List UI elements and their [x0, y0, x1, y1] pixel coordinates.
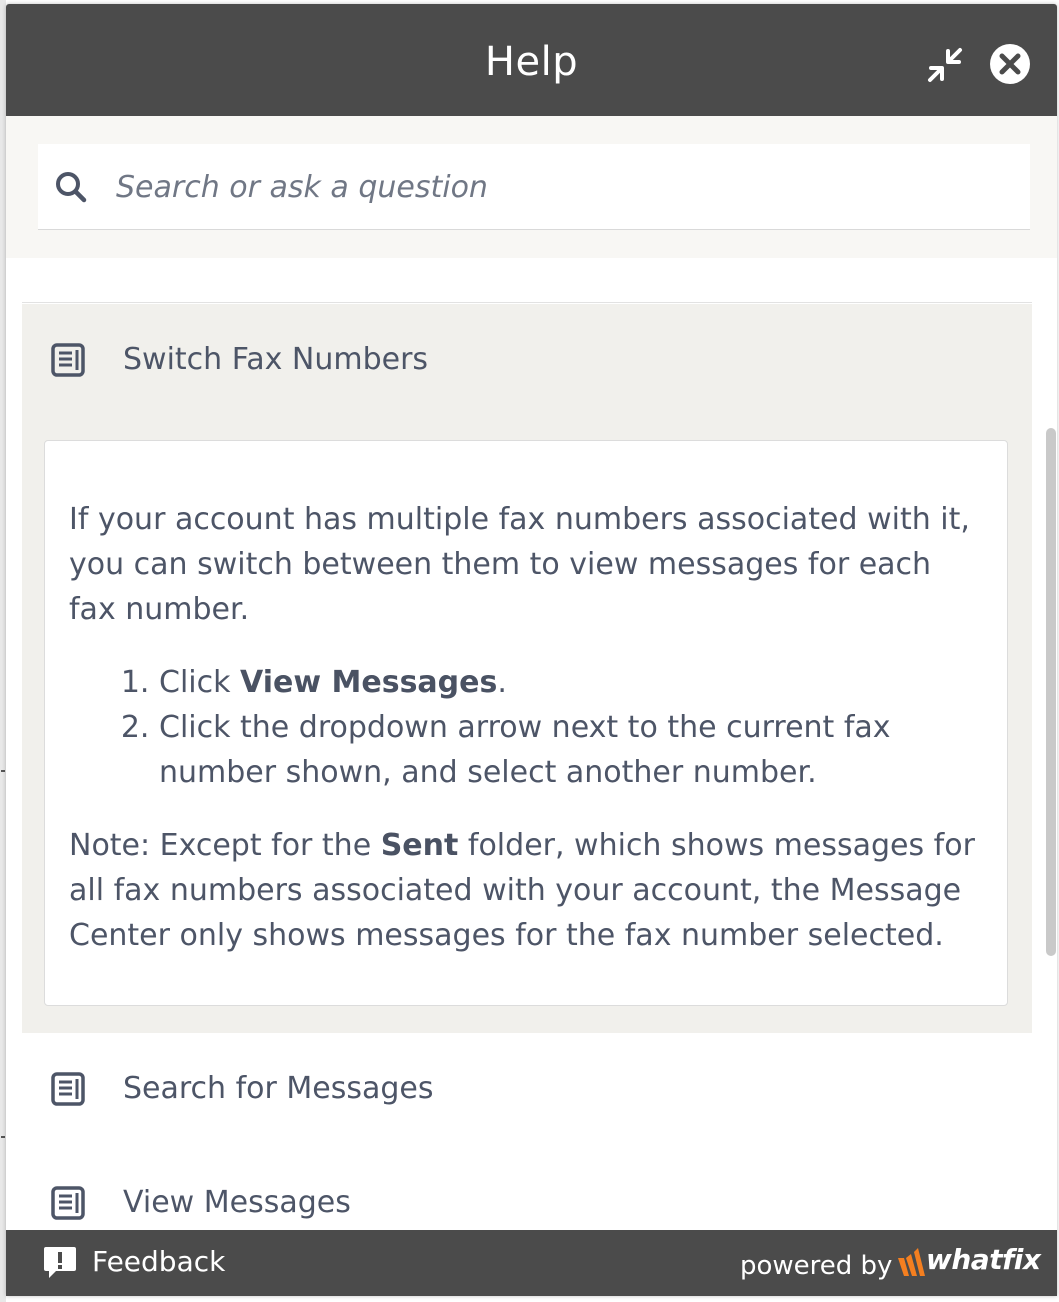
- article-title: Switch Fax Numbers: [123, 342, 429, 377]
- article-icon: [51, 343, 85, 377]
- whatfix-wordmark: whatfix: [926, 1243, 1041, 1276]
- article-step: Click the dropdown arrow next to the cur…: [159, 705, 983, 795]
- background-mark: [1, 1136, 5, 1138]
- list-item-partial[interactable]: [22, 258, 1032, 303]
- collapse-arrows-icon: [928, 48, 962, 82]
- help-panel: Help Search or ask a question Switch Fax…: [6, 4, 1057, 1296]
- panel-footer: Feedback powered by whatfix: [6, 1230, 1057, 1296]
- article-header-switch-fax-numbers[interactable]: Switch Fax Numbers: [22, 304, 1032, 414]
- scrollbar-thumb[interactable]: [1046, 428, 1056, 956]
- article-body: If your account has multiple fax numbers…: [44, 440, 1008, 1006]
- article-steps: Click View Messages. Click the dropdown …: [69, 660, 983, 795]
- close-button[interactable]: [988, 42, 1032, 86]
- list-item-search-for-messages[interactable]: Search for Messages: [22, 1033, 1032, 1148]
- search-icon: [56, 172, 87, 203]
- list-item-view-messages[interactable]: View Messages: [22, 1147, 1032, 1230]
- article-icon: [51, 1072, 85, 1106]
- whatfix-mark-icon: [898, 1248, 925, 1276]
- search-area: [6, 116, 1057, 258]
- close-circle-icon: [990, 44, 1030, 84]
- powered-by-text: powered by: [740, 1251, 893, 1281]
- list-item-label: Search for Messages: [123, 1071, 434, 1106]
- article-icon: [51, 1186, 85, 1220]
- background-mark: [1, 770, 5, 772]
- expanded-article: Switch Fax Numbers If your account has m…: [22, 304, 1032, 1033]
- collapse-button[interactable]: [924, 44, 966, 86]
- note-bold-text: Sent: [380, 828, 459, 863]
- panel-header: Help: [6, 4, 1057, 116]
- article-step: Click View Messages.: [159, 660, 983, 705]
- list-item-label: View Messages: [123, 1185, 351, 1220]
- panel-title: Help: [484, 39, 579, 85]
- feedback-icon: [44, 1247, 76, 1278]
- article-note: Note: Except for the Sent folder, which …: [69, 828, 975, 953]
- search-box: [38, 144, 1030, 230]
- search-input[interactable]: [116, 158, 996, 216]
- article-intro: If your account has multiple fax numbers…: [69, 502, 970, 627]
- article-list: Switch Fax Numbers If your account has m…: [6, 258, 1057, 1230]
- feedback-label: Feedback: [92, 1245, 226, 1278]
- whatfix-logo[interactable]: whatfix: [896, 1240, 1041, 1286]
- step-bold-text: View Messages: [240, 665, 498, 700]
